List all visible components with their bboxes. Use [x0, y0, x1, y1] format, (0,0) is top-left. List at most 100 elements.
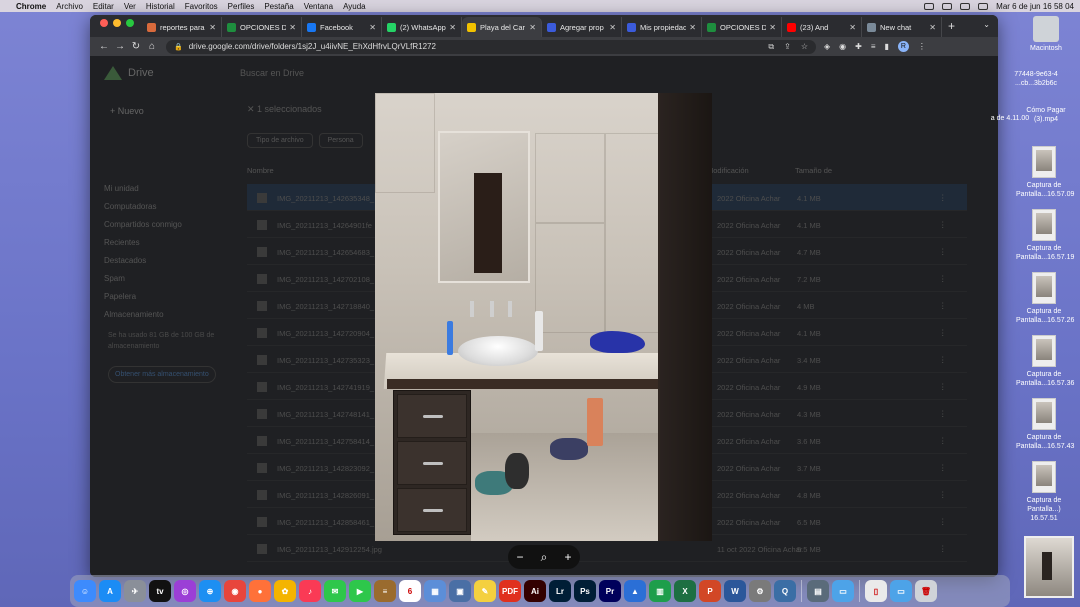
nav-computadoras[interactable]: Computadoras: [104, 198, 182, 216]
extensions-puzzle-icon[interactable]: ✚: [855, 42, 862, 51]
menu-favoritos[interactable]: Favoritos: [185, 2, 218, 11]
new-tab-button[interactable]: +: [942, 19, 961, 37]
close-tab-icon[interactable]: ✕: [769, 23, 776, 32]
wifi-icon[interactable]: [942, 2, 953, 10]
desktop-file-screenshot[interactable]: Captura de Pantalla...16.57.43: [1016, 398, 1074, 451]
menu-ayuda[interactable]: Ayuda: [343, 2, 366, 11]
menu-pestana[interactable]: Pestaña: [264, 2, 293, 11]
menu-app-name[interactable]: Chrome: [16, 2, 46, 11]
close-tab-icon[interactable]: ✕: [929, 23, 936, 32]
notes-app-icon[interactable]: ≡: [374, 580, 396, 602]
more-menu-icon[interactable]: ⋮: [918, 42, 926, 51]
nav-destacados[interactable]: Destacados: [104, 252, 182, 270]
desktop-file-screenshot[interactable]: Captura de Pantalla...16.57.19: [1016, 209, 1074, 262]
close-tab-icon[interactable]: ✕: [609, 23, 616, 32]
preview-icon[interactable]: ▦: [424, 580, 446, 602]
close-tab-icon[interactable]: ✕: [689, 23, 696, 32]
reload-icon[interactable]: ↻: [128, 41, 144, 52]
more-actions-icon[interactable]: ⋮: [939, 517, 947, 526]
battery-icon[interactable]: [924, 2, 935, 10]
tab-8[interactable]: (23) And ✕: [782, 17, 862, 37]
more-actions-icon[interactable]: ⋮: [939, 463, 947, 472]
more-actions-icon[interactable]: ⋮: [939, 247, 947, 256]
launchpad-icon[interactable]: ✈: [124, 580, 146, 602]
notes-icon[interactable]: ✎: [474, 580, 496, 602]
menu-archivo[interactable]: Archivo: [56, 2, 83, 11]
more-actions-icon[interactable]: ⋮: [939, 355, 947, 364]
clear-selection-icon[interactable]: ✕: [247, 104, 257, 114]
more-actions-icon[interactable]: ⋮: [939, 193, 947, 202]
zoom-window-button[interactable]: [126, 18, 134, 27]
chrome-icon[interactable]: ◉: [224, 580, 246, 602]
lightroom-icon[interactable]: Lr: [549, 580, 571, 602]
nav-spam[interactable]: Spam: [104, 270, 182, 288]
podcasts-icon[interactable]: ◎: [174, 580, 196, 602]
facetime-icon[interactable]: ▶: [349, 580, 371, 602]
downloads-icon[interactable]: ▭: [890, 580, 912, 602]
filter-person[interactable]: Persona: [318, 133, 363, 148]
desktop-file[interactable]: a de 4.11.00: [990, 114, 1030, 123]
word-icon[interactable]: W: [724, 580, 746, 602]
menu-ver[interactable]: Ver: [124, 2, 136, 11]
nav-recientes[interactable]: Recientes: [104, 234, 182, 252]
excel-icon[interactable]: X: [674, 580, 696, 602]
scanner-icon[interactable]: ▤: [807, 580, 829, 602]
close-tab-icon[interactable]: ✕: [529, 23, 536, 32]
premiere-icon[interactable]: Pr: [599, 580, 621, 602]
nav-compartidos[interactable]: Compartidos conmigo: [104, 216, 182, 234]
minimize-window-button[interactable]: [113, 18, 121, 27]
photoshop-icon[interactable]: Ps: [574, 580, 596, 602]
side-panel-icon[interactable]: ▮: [885, 42, 889, 51]
nav-almacenamiento[interactable]: Almacenamiento: [104, 306, 182, 324]
filter-file-type[interactable]: Tipo de archivo: [247, 133, 313, 148]
tab-9[interactable]: New chat ✕: [862, 17, 942, 37]
screenshot-floating-preview[interactable]: [1024, 536, 1074, 598]
profile-avatar[interactable]: R: [897, 41, 909, 52]
more-actions-icon[interactable]: ⋮: [939, 328, 947, 337]
share-icon[interactable]: ⇪: [784, 42, 791, 52]
numbers-icon[interactable]: ▥: [649, 580, 671, 602]
desktop-file[interactable]: 77448-9e63-4 ...cb...3b2b6c: [996, 70, 1076, 88]
reading-list-icon[interactable]: ≡: [871, 42, 876, 51]
folder-icon[interactable]: ▭: [832, 580, 854, 602]
tab-3[interactable]: (2) WhatsApp ✕: [382, 17, 462, 37]
more-actions-icon[interactable]: ⋮: [939, 220, 947, 229]
more-actions-icon[interactable]: ⋮: [939, 544, 947, 553]
home-icon[interactable]: ⌂: [144, 41, 160, 52]
menu-editar[interactable]: Editar: [93, 2, 114, 11]
system-preferences-icon[interactable]: ⚙: [749, 580, 771, 602]
col-modified[interactable]: Modificación: [707, 166, 749, 175]
tab-4[interactable]: Playa del Car ✕: [462, 17, 542, 37]
zoom-in-button[interactable]: +: [564, 550, 571, 564]
menu-perfiles[interactable]: Perfiles: [228, 2, 255, 11]
tab-1[interactable]: OPCIONES D ✕: [222, 17, 302, 37]
powerpoint-icon[interactable]: P: [699, 580, 721, 602]
safari-icon[interactable]: ⊕: [199, 580, 221, 602]
tab-0[interactable]: reportes para ✕: [142, 17, 222, 37]
extension-icon[interactable]: ◈: [824, 42, 830, 51]
nav-mi-unidad[interactable]: Mi unidad: [104, 180, 182, 198]
drive-search-input[interactable]: Buscar en Drive: [240, 68, 304, 78]
tab-search-icon[interactable]: ⌄: [983, 20, 990, 29]
close-tab-icon[interactable]: ✕: [849, 23, 856, 32]
close-tab-icon[interactable]: ✕: [449, 23, 456, 32]
menu-ventana[interactable]: Ventana: [304, 2, 333, 11]
drive-logo[interactable]: Drive: [104, 66, 154, 80]
zoom-icon[interactable]: ⌕: [541, 550, 548, 565]
control-center-icon[interactable]: [978, 2, 989, 10]
col-name[interactable]: Nombre: [247, 166, 274, 175]
tab-5[interactable]: Agregar prop ✕: [542, 17, 622, 37]
extension-icon[interactable]: ◉: [839, 42, 846, 51]
image-capture-icon[interactable]: ▣: [449, 580, 471, 602]
menu-historial[interactable]: Historial: [146, 2, 175, 11]
more-actions-icon[interactable]: ⋮: [939, 490, 947, 499]
image-preview[interactable]: [375, 93, 712, 541]
desktop-file-screenshot[interactable]: Captura de Pantalla...16.57.36: [1016, 335, 1074, 388]
desktop-file-screenshot[interactable]: Captura de Pantalla...16.57.26: [1016, 272, 1074, 325]
keynote-icon[interactable]: ▲: [624, 580, 646, 602]
apple-tv-icon[interactable]: tv: [149, 580, 171, 602]
pdf-icon[interactable]: PDF: [499, 580, 521, 602]
menu-clock[interactable]: Mar 6 de jun 16 58 04: [996, 2, 1074, 11]
address-bar[interactable]: 🔒 drive.google.com/drive/folders/1sj2J_u…: [166, 39, 816, 54]
more-actions-icon[interactable]: ⋮: [939, 301, 947, 310]
